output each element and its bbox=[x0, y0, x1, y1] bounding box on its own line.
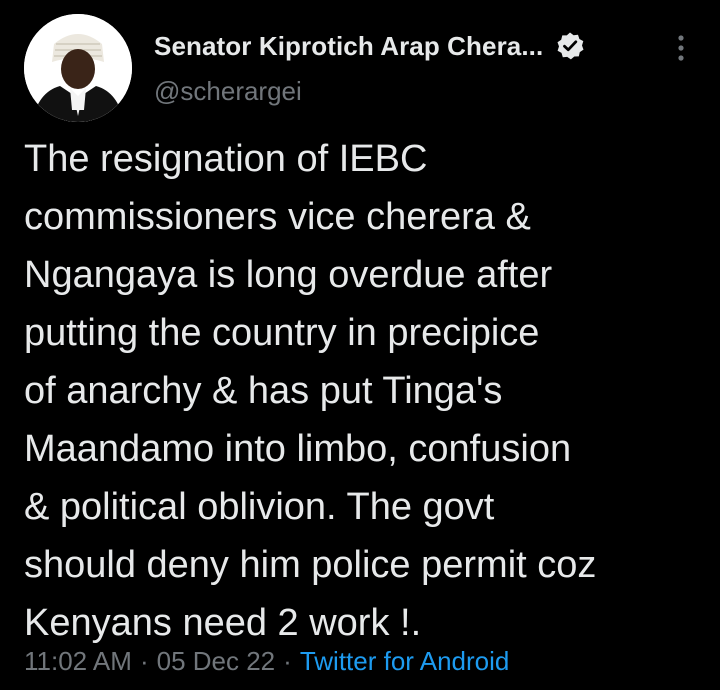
more-vertical-icon[interactable] bbox=[670, 30, 692, 66]
avatar[interactable] bbox=[24, 14, 132, 122]
tweet-text-line: Ngangaya is long overdue after bbox=[24, 254, 553, 296]
tweet-text-line: The resignation of IEBC bbox=[24, 138, 428, 180]
tweet-text-line: & political oblivion. The govt bbox=[24, 486, 495, 528]
tweet-text-line: Maandamo into limbo, confusion bbox=[24, 428, 572, 470]
tweet-date[interactable]: 05 Dec 22 bbox=[157, 646, 276, 676]
tweet-text: The resignation of IEBC commissioners vi… bbox=[24, 130, 714, 652]
tweet-time[interactable]: 11:02 AM bbox=[24, 646, 132, 676]
author-name-row: Senator Kiprotich Arap Chera... bbox=[154, 28, 585, 64]
meta-separator: · bbox=[139, 646, 149, 676]
tweet-text-line: should deny him police permit coz bbox=[24, 544, 597, 586]
tweet-card: Senator Kiprotich Arap Chera... @scherar… bbox=[0, 0, 720, 690]
verified-badge-icon bbox=[555, 31, 585, 61]
author-handle[interactable]: @scherargei bbox=[154, 76, 302, 107]
tweet-text-line: Kenyans need 2 work !. bbox=[24, 602, 422, 644]
tweet-text-line: of anarchy & has put Tinga's bbox=[24, 370, 503, 412]
tweet-meta: 11:02 AM · 05 Dec 22 · Twitter for Android bbox=[24, 646, 509, 677]
tweet-source-link[interactable]: Twitter for Android bbox=[300, 646, 510, 676]
author-display-name[interactable]: Senator Kiprotich Arap Chera... bbox=[154, 31, 543, 62]
meta-separator: · bbox=[283, 646, 292, 676]
tweet-text-line: commissioners vice cherera & bbox=[24, 196, 531, 238]
tweet-text-line: putting the country in precipice bbox=[24, 312, 540, 354]
